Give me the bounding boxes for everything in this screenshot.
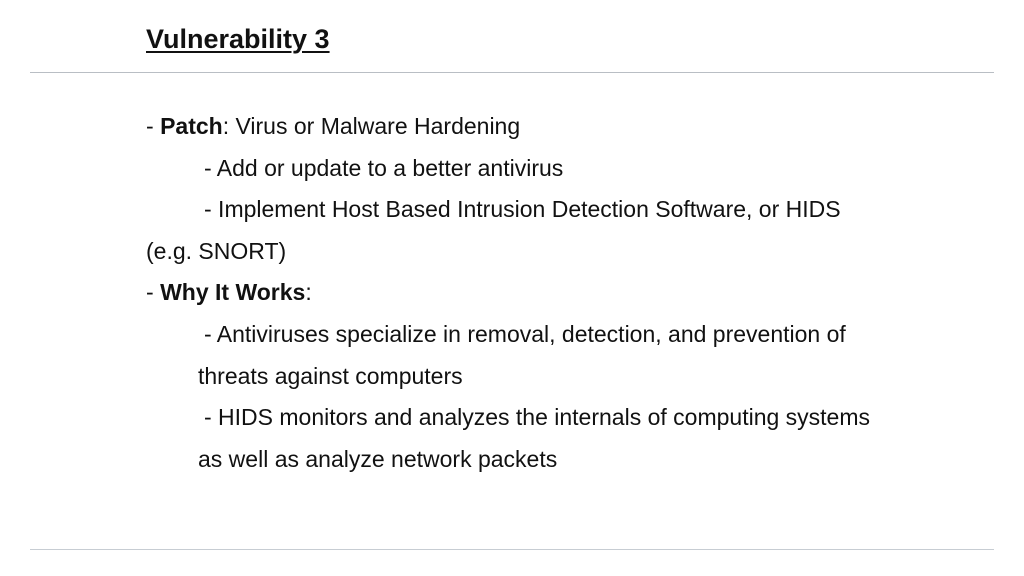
slide-title: Vulnerability 3 [146,24,330,54]
why-label: Why It Works [160,279,306,306]
title-divider [30,72,994,73]
why-sub-item-1-continuation: threats against computers [198,362,463,389]
why-line: - Why It Works: [146,272,966,314]
patch-line: - Patch: Virus or Malware Hardening [146,106,966,148]
why-sub-item-1: - Antiviruses specialize in removal, det… [204,320,846,347]
patch-sub-item-2-continuation: (e.g. SNORT) [146,237,287,264]
why-text: : [305,279,312,306]
patch-sub-item-2: - Implement Host Based Intrusion Detecti… [204,196,841,223]
slide: Vulnerability 3 - Patch: Virus or Malwar… [0,0,1024,576]
footer-divider [30,549,994,550]
why-sub-item-2-continuation: as well as analyze network packets [198,445,558,472]
patch-sub-item-1: - Add or update to a better antivirus [204,154,564,181]
why-sub-item-2: - HIDS monitors and analyzes the interna… [204,404,871,431]
patch-label: Patch [160,113,223,139]
bullet-dash: - [146,279,161,306]
slide-body: - Patch: Virus or Malware Hardening - Ad… [146,106,966,480]
bullet-dash: - [146,113,161,139]
patch-text: : Virus or Malware Hardening [222,113,521,139]
